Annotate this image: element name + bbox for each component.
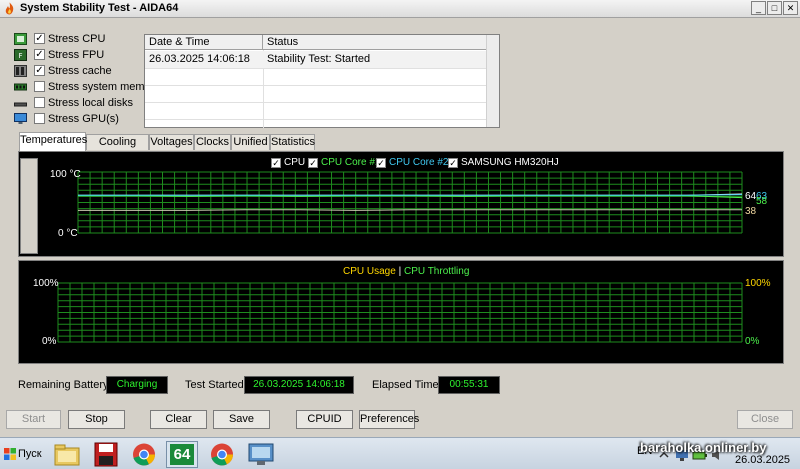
remaining-battery-value: Charging [106, 376, 168, 394]
preferences-button[interactable]: Preferences [359, 410, 419, 429]
save-button[interactable]: Save [213, 410, 270, 429]
aida64-taskbar-label: 64 [170, 444, 194, 465]
floppy-save-icon[interactable] [91, 441, 121, 468]
test-started-value: 26.03.2025 14:06:18 [244, 376, 354, 394]
tray-date[interactable]: 26.03.2025 [735, 454, 790, 466]
elapsed-time-label: Elapsed Time: [372, 379, 442, 391]
test-started-label: Test Started: [185, 379, 247, 391]
watermark: baraholka.onliner.by [640, 440, 767, 455]
chrome-icon[interactable] [129, 441, 159, 468]
remaining-battery-label: Remaining Battery: [18, 379, 112, 391]
usage-y-max-right: 100% [745, 278, 771, 289]
start-button-taskbar[interactable]: Пуск [2, 443, 44, 465]
tab-temperatures[interactable]: Temperatures [19, 132, 87, 151]
close-button[interactable]: Close [737, 410, 793, 429]
usage-legend: CPU Usage | CPU Throttling [343, 266, 469, 277]
start-label: Пуск [18, 448, 42, 460]
file-explorer-icon[interactable] [52, 441, 82, 468]
cpu-usage-title: CPU Usage [343, 266, 396, 277]
clear-button[interactable]: Clear [150, 410, 207, 429]
elapsed-time-value: 00:55:31 [438, 376, 500, 394]
chrome-icon[interactable] [207, 441, 237, 468]
usage-y-min-left: 0% [42, 336, 57, 347]
windows-logo-icon [4, 448, 16, 460]
usage-y-max-left: 100% [33, 278, 59, 289]
stop-button[interactable]: Stop [68, 410, 125, 429]
aida64-taskbar-button[interactable]: 64 [166, 441, 198, 468]
cpu-throttling-title: CPU Throttling [403, 266, 470, 277]
network-monitor-icon[interactable] [246, 441, 276, 468]
cpu-usage-graph [57, 282, 743, 343]
usage-y-min-right: 0% [745, 336, 760, 347]
start-button[interactable]: Start [6, 410, 61, 429]
cpuid-button[interactable]: CPUID [296, 410, 353, 429]
graph-grid [57, 282, 743, 343]
legend-separator: | [398, 266, 402, 277]
